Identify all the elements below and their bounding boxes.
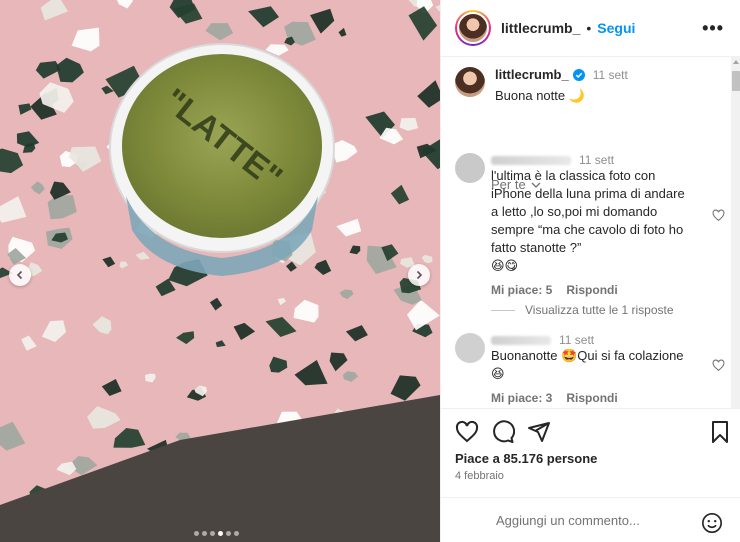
comment-line: Buonanotte 🤩Qui si fa colazione bbox=[491, 348, 684, 363]
heart-icon[interactable] bbox=[712, 209, 725, 222]
comment-username-blurred[interactable] bbox=[491, 335, 551, 345]
carousel-dot bbox=[226, 531, 231, 536]
comment-line: 😆😋 bbox=[491, 258, 519, 273]
likes-count[interactable]: Piace a 85.176 persone bbox=[455, 451, 597, 466]
follow-button[interactable]: Segui bbox=[597, 20, 635, 36]
comment-likes[interactable]: Mi piace: 3 bbox=[491, 389, 552, 407]
comment-line: 😆 bbox=[491, 366, 505, 381]
carousel-dot bbox=[194, 531, 199, 536]
caption-username[interactable]: littlecrumb_ bbox=[495, 67, 569, 82]
comment-likes[interactable]: Mi piace: 5 bbox=[491, 281, 552, 299]
carousel-dot bbox=[218, 531, 223, 536]
action-bar bbox=[455, 420, 733, 446]
comment-avatar[interactable] bbox=[455, 333, 485, 363]
view-replies-label: Visualizza tutte le 1 risposte bbox=[525, 303, 674, 317]
scroll-up-arrow[interactable] bbox=[733, 60, 739, 64]
caption-text: Buona notte 🌙 bbox=[495, 88, 585, 103]
comment-username-blurred[interactable] bbox=[491, 155, 571, 165]
comment-line: a letto ,lo so,poi mi domando bbox=[491, 204, 658, 219]
heart-icon[interactable] bbox=[712, 359, 725, 372]
emoji-icon[interactable] bbox=[701, 512, 723, 534]
comment-input[interactable] bbox=[496, 513, 686, 528]
comment-line: l'ultima è la classica foto con bbox=[491, 168, 656, 183]
post-date: 4 febbraio bbox=[455, 470, 504, 482]
post-header: littlecrumb_ • Segui ••• bbox=[441, 0, 740, 57]
reply-button[interactable]: Rispondi bbox=[566, 281, 617, 299]
post-caption: littlecrumb_ 11 sett Buona notte 🌙 bbox=[455, 67, 628, 104]
share-icon[interactable] bbox=[527, 420, 551, 444]
comment-line: iPhone della luna prima di andare bbox=[491, 186, 685, 201]
carousel-next-button[interactable] bbox=[408, 264, 430, 286]
comments-section: littlecrumb_ 11 sett Buona notte 🌙 Per t… bbox=[441, 57, 740, 409]
carousel-dot bbox=[234, 531, 239, 536]
chevron-right-icon bbox=[416, 270, 423, 280]
comment-icon[interactable] bbox=[491, 420, 515, 444]
carousel-indicator bbox=[194, 531, 239, 536]
header-username[interactable]: littlecrumb_ bbox=[501, 20, 580, 36]
comment-avatar[interactable] bbox=[455, 153, 485, 183]
carousel-dot bbox=[210, 531, 215, 536]
caption-avatar[interactable] bbox=[455, 67, 485, 97]
bookmark-icon[interactable] bbox=[709, 420, 731, 444]
view-replies-button[interactable]: Visualizza tutte le 1 risposte bbox=[491, 303, 674, 317]
terrazzo-photo: "LATTE" bbox=[0, 0, 440, 542]
avatar[interactable] bbox=[455, 10, 491, 46]
reply-button[interactable]: Rispondi bbox=[566, 389, 617, 407]
scrollbar-thumb[interactable] bbox=[732, 71, 740, 91]
add-comment-bar bbox=[441, 497, 740, 542]
reply-line bbox=[491, 309, 515, 311]
comment-line: fatto stanotte ?” bbox=[491, 240, 582, 255]
caption-time: 11 sett bbox=[592, 67, 628, 82]
chevron-left-icon bbox=[16, 270, 23, 280]
more-options-icon[interactable]: ••• bbox=[702, 18, 724, 39]
post-side-panel: littlecrumb_ • Segui ••• littlecrumb_ 11… bbox=[440, 0, 740, 542]
separator-dot: • bbox=[586, 20, 592, 36]
post-image[interactable]: "LATTE" bbox=[0, 0, 440, 542]
carousel-dot bbox=[202, 531, 207, 536]
comment-line: sempre “ma che cavolo di foto ho bbox=[491, 222, 684, 237]
comments-scrollbar[interactable] bbox=[731, 57, 740, 408]
heart-icon[interactable] bbox=[455, 420, 479, 444]
carousel-prev-button[interactable] bbox=[9, 264, 31, 286]
verified-icon bbox=[572, 68, 585, 81]
